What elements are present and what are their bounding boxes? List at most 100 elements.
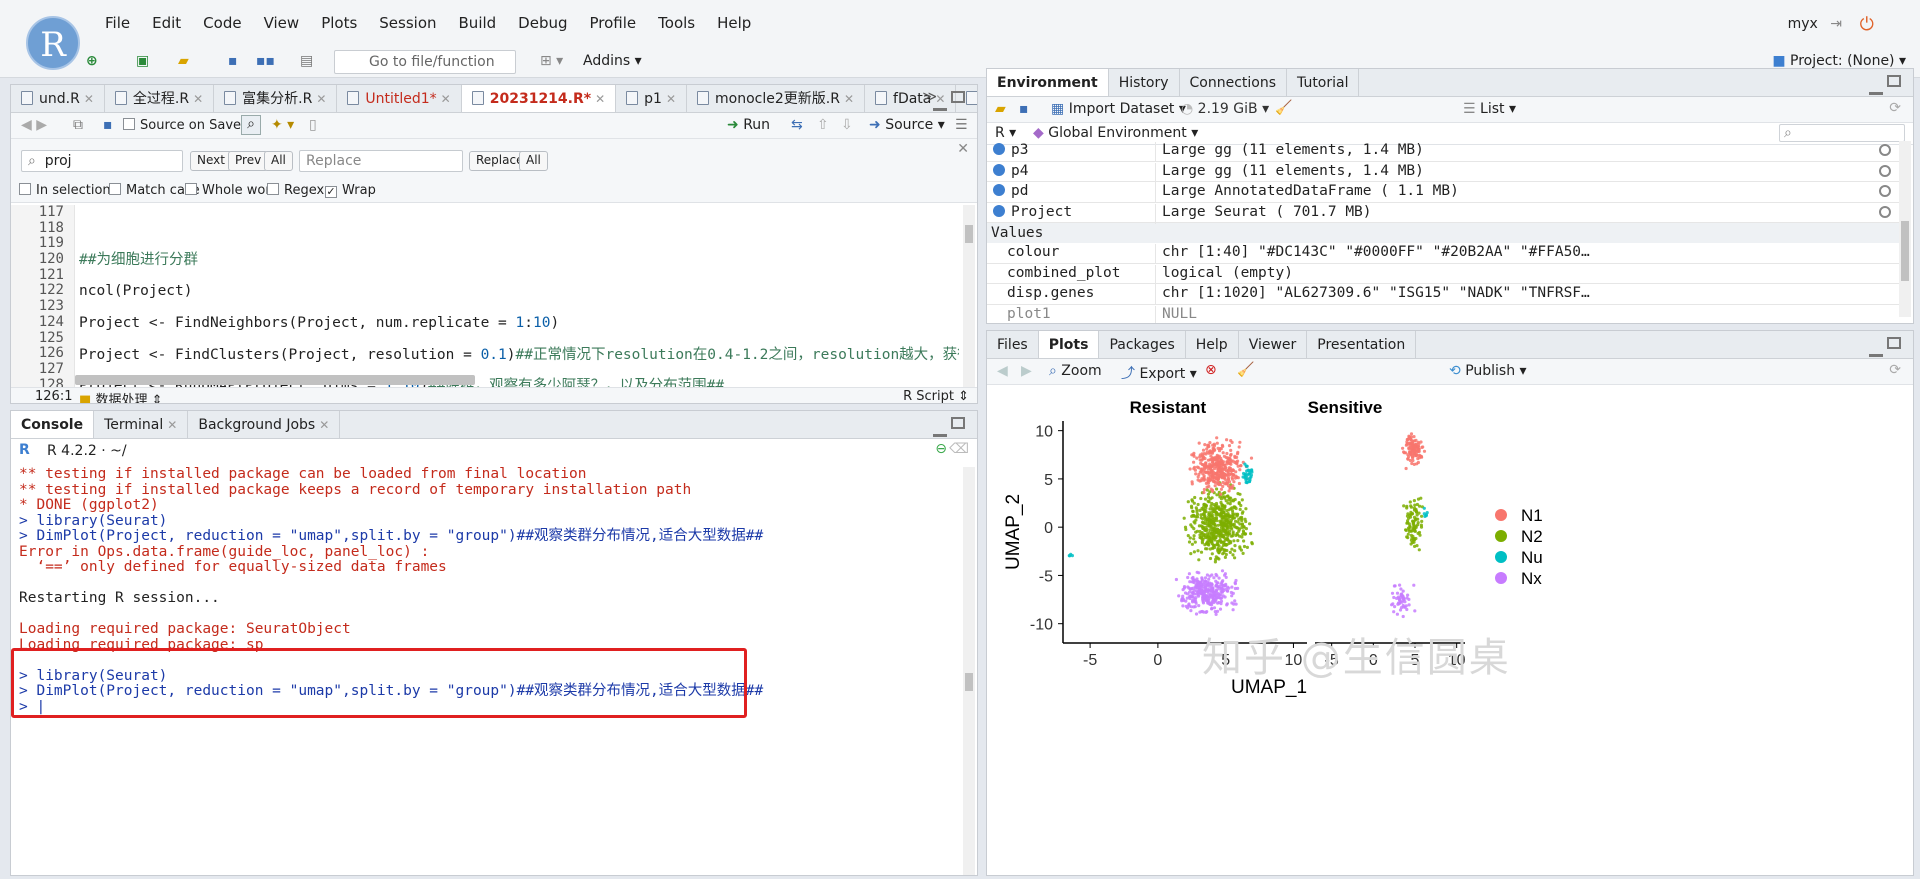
in-selection-checkbox[interactable]: In selection	[19, 183, 111, 198]
tab-plots[interactable]: Plots	[1038, 331, 1100, 358]
clear-console-icon[interactable]: ⌫	[949, 441, 969, 457]
file-type-menu[interactable]: R Script ⇕	[903, 389, 969, 403]
menu-debug[interactable]: Debug	[507, 14, 578, 32]
find-icon[interactable]: ⌕	[241, 115, 261, 135]
save-all-icon[interactable]: ▪▪	[256, 53, 275, 69]
menu-profile[interactable]: Profile	[579, 14, 648, 32]
section-nav[interactable]: ■ 数据处理 ⇕	[79, 389, 162, 403]
power-icon[interactable]: ⏻	[1860, 14, 1874, 35]
code-area[interactable]: ##为细胞进行分群 ncol(Project) Project <- FindN…	[79, 205, 959, 387]
find-prev-button[interactable]: Prev	[228, 151, 269, 171]
compile-report-icon[interactable]: ▯	[309, 117, 317, 133]
tab-viewer[interactable]: Viewer	[1239, 331, 1308, 358]
zoom-button[interactable]: ⌕ Zoom	[1049, 363, 1102, 379]
close-tab-icon[interactable]: ✕	[595, 92, 605, 106]
next-plot-icon[interactable]: ▶	[1021, 363, 1032, 379]
env-value-row[interactable]: plot1 NULL	[987, 305, 1899, 323]
tab-files[interactable]: Files	[987, 331, 1039, 358]
env-value-row[interactable]: combined_plot logical (empty)	[987, 264, 1899, 285]
rerun-icon[interactable]: ⇆	[791, 117, 803, 133]
regex-checkbox[interactable]: Regex	[267, 183, 324, 198]
env-search-input[interactable]: ⌕	[1779, 124, 1905, 142]
editor-tab[interactable]: 全过程.R ✕	[105, 85, 215, 112]
menu-file[interactable]: File	[94, 14, 141, 32]
tab-help[interactable]: Help	[1186, 331, 1239, 358]
memory-usage[interactable]: ◔ 2.19 GiB ▾	[1181, 101, 1269, 117]
tab-background-jobs[interactable]: Background Jobs ✕	[188, 411, 341, 438]
refresh-plot-icon[interactable]: ⟳	[1889, 362, 1901, 378]
back-icon[interactable]: ◀ ▶	[21, 117, 47, 133]
menu-code[interactable]: Code	[192, 14, 252, 32]
magic-wand-icon[interactable]: ✦ ▾	[271, 117, 294, 133]
env-data-row[interactable]: p3 Large gg (11 elements, 1.4 MB)	[987, 141, 1899, 162]
view-data-icon[interactable]	[1879, 164, 1891, 177]
goto-file-input[interactable]: Go to file/function	[334, 50, 516, 74]
tab-tutorial[interactable]: Tutorial	[1287, 69, 1360, 96]
language-menu[interactable]: R ▾	[995, 125, 1016, 141]
tab-packages[interactable]: Packages	[1099, 331, 1186, 358]
replace-input[interactable]: Replace	[299, 150, 463, 172]
tab-console[interactable]: Console	[11, 411, 95, 438]
source-button[interactable]: ➜ Source ▾	[869, 117, 945, 133]
close-find-icon[interactable]: ✕	[957, 141, 969, 157]
tab-presentation[interactable]: Presentation	[1307, 331, 1417, 358]
env-value-row[interactable]: colour chr [1:40] "#DC143C" "#0000FF" "#2…	[987, 243, 1899, 264]
import-dataset-menu[interactable]: ▦ Import Dataset ▾	[1051, 101, 1186, 117]
menu-build[interactable]: Build	[448, 14, 508, 32]
expand-icon[interactable]	[993, 163, 1005, 176]
find-next-button[interactable]: Next	[190, 151, 232, 171]
editor-vertical-scrollbar[interactable]	[963, 205, 975, 387]
open-file-icon[interactable]: ▰	[178, 53, 189, 69]
editor-tab[interactable]: 20231214.R* ✕	[461, 85, 617, 112]
run-button[interactable]: ➜ Run	[727, 117, 770, 133]
find-input[interactable]: ⌕ proj	[21, 150, 183, 172]
editor-tab[interactable]: Untitled1* ✕	[337, 85, 462, 112]
new-file-icon[interactable]: ⊕	[86, 53, 98, 69]
outline-icon[interactable]: ☰	[955, 117, 968, 133]
publish-menu[interactable]: ⟲ Publish ▾	[1449, 363, 1527, 379]
expand-icon[interactable]	[993, 204, 1005, 217]
close-tab-icon[interactable]: ✕	[316, 92, 326, 106]
scope-menu[interactable]: ◆ Global Environment ▾	[1033, 125, 1198, 141]
tab-terminal[interactable]: Terminal ✕	[94, 411, 189, 438]
new-project-icon[interactable]: ▣	[136, 53, 149, 69]
close-tab-icon[interactable]: ✕	[193, 92, 203, 106]
menu-plots[interactable]: Plots	[310, 14, 368, 32]
editor-window-controls[interactable]	[929, 91, 969, 111]
list-view-menu[interactable]: ☰ List ▾	[1463, 101, 1516, 117]
refresh-icon[interactable]: ⟳	[1889, 100, 1901, 116]
env-data-row[interactable]: Project Large Seurat ( 701.7 MB)	[987, 203, 1899, 224]
save-workspace-icon[interactable]: ▪	[1019, 101, 1029, 117]
editor-tab[interactable]: und.R ✕	[11, 85, 105, 112]
down-icon[interactable]: ⇩	[841, 117, 853, 133]
editor-tab[interactable]: 富集分析.R ✕	[214, 85, 338, 112]
close-tab-icon[interactable]: ✕	[167, 418, 177, 432]
plots-window-controls[interactable]	[1865, 337, 1905, 357]
env-scrollbar[interactable]	[1899, 141, 1911, 317]
env-window-controls[interactable]	[1865, 75, 1905, 95]
signout-icon[interactable]: ⇥	[1830, 16, 1842, 32]
view-data-icon[interactable]	[1879, 144, 1891, 156]
menu-edit[interactable]: Edit	[141, 14, 192, 32]
clear-plots-icon[interactable]: 🧹	[1237, 362, 1254, 378]
view-data-icon[interactable]	[1879, 205, 1891, 218]
console-scrollbar[interactable]	[963, 467, 975, 875]
save-file-icon[interactable]: ▪	[103, 117, 113, 133]
save-icon[interactable]: ▪	[228, 53, 238, 69]
remove-plot-icon[interactable]: ⊗	[1205, 362, 1217, 378]
print-icon[interactable]: ▤	[300, 53, 313, 69]
editor-horizontal-scrollbar[interactable]	[75, 375, 475, 385]
show-in-window-icon[interactable]: ⧉	[73, 117, 83, 133]
close-tab-icon[interactable]: ✕	[319, 418, 329, 432]
env-data-row[interactable]: pd Large AnnotatedDataFrame ( 1.1 MB)	[987, 182, 1899, 203]
menu-view[interactable]: View	[253, 14, 311, 32]
up-icon[interactable]: ⇧	[817, 117, 829, 133]
menu-session[interactable]: Session	[368, 14, 447, 32]
project-menu[interactable]: ■ Project: (None) ▾	[1772, 53, 1906, 69]
stop-icon[interactable]: ⊖	[935, 441, 947, 457]
tab-history[interactable]: History	[1109, 69, 1180, 96]
expand-icon[interactable]	[993, 143, 1005, 155]
load-workspace-icon[interactable]: ▰	[995, 101, 1006, 117]
editor-tab[interactable]: p1 ✕	[616, 85, 688, 112]
prev-plot-icon[interactable]: ◀	[997, 363, 1008, 379]
